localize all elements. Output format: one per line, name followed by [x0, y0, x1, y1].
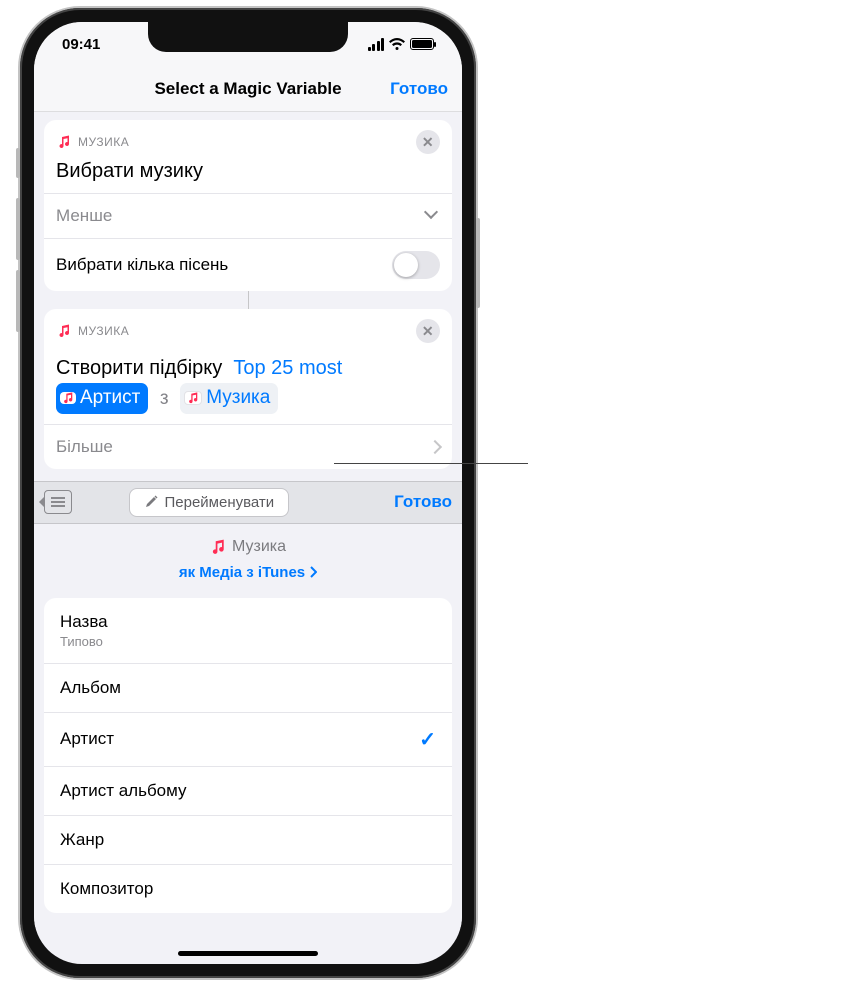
variable-type-label: як Медіа з iTunes — [179, 564, 305, 581]
mute-switch — [16, 148, 20, 178]
attribute-label: Артист альбому — [60, 781, 187, 800]
nav-done-button[interactable]: Готово — [390, 79, 448, 99]
home-indicator[interactable] — [178, 951, 318, 956]
variable-name-row: Музика — [210, 538, 286, 556]
attribute-label: Композитор — [60, 879, 153, 898]
multi-select-label: Вибрати кілька пісень — [56, 255, 228, 275]
keyboard-back-button[interactable] — [44, 490, 72, 514]
attribute-row[interactable]: Композитор — [44, 864, 452, 913]
variable-type-link[interactable]: як Медіа з iTunes — [179, 564, 317, 581]
multi-select-toggle[interactable] — [392, 251, 440, 279]
music-note-icon — [60, 392, 76, 404]
toolbar-done-button[interactable]: Готово — [394, 492, 452, 512]
music-note-icon — [184, 391, 202, 405]
attribute-label: Назва — [60, 612, 108, 631]
status-right — [368, 38, 435, 51]
show-more-row[interactable]: Більше — [44, 424, 452, 469]
multi-select-row: Вибрати кілька пісень — [44, 238, 452, 291]
attribute-label: Альбом — [60, 678, 121, 697]
pencil-icon — [144, 495, 158, 509]
music-note-icon — [210, 539, 226, 555]
rename-label: Перейменувати — [164, 494, 274, 511]
playlist-param[interactable]: Top 25 most — [233, 357, 342, 379]
chip-label: Музика — [206, 384, 270, 413]
attribute-row[interactable]: Артист ✓ — [44, 712, 452, 766]
attribute-label: Артист — [60, 729, 114, 748]
card-header: МУЗИКА ✕ — [44, 309, 452, 347]
notch — [148, 22, 348, 52]
action-card-create-playlist: МУЗИКА ✕ Створити підбірку Top 25 most А… — [44, 309, 452, 469]
volume-up-button — [16, 198, 20, 260]
card-connector — [248, 291, 249, 309]
power-button — [476, 218, 480, 308]
battery-icon — [410, 38, 434, 50]
variable-toolbar: Перейменувати Готово — [34, 481, 462, 524]
card-app-label: МУЗИКА — [78, 324, 129, 338]
nav-title: Select a Magic Variable — [154, 79, 341, 99]
close-card-button[interactable]: ✕ — [416, 319, 440, 343]
nav-header: Select a Magic Variable Готово — [34, 66, 462, 112]
card-header: МУЗИКА ✕ — [44, 120, 452, 158]
artist-variable-chip[interactable]: Артист — [56, 383, 148, 414]
content-area: МУЗИКА ✕ Вибрати музику Менше Вибрати кі… — [34, 112, 462, 927]
cellular-icon — [368, 38, 385, 51]
checkmark-icon: ✓ — [419, 727, 436, 752]
action-line: Створити підбірку Top 25 most Артист з М… — [44, 347, 452, 424]
close-card-button[interactable]: ✕ — [416, 130, 440, 154]
attribute-sublabel: Типово — [60, 634, 108, 649]
music-app-icon — [56, 323, 72, 339]
show-less-label: Менше — [56, 206, 112, 226]
status-time: 09:41 — [62, 36, 100, 53]
variable-name: Музика — [232, 538, 286, 556]
show-less-row[interactable]: Менше — [44, 193, 452, 238]
wifi-icon — [389, 38, 405, 50]
action-card-select-music: МУЗИКА ✕ Вибрати музику Менше Вибрати кі… — [44, 120, 452, 291]
action-verb: Створити підбірку — [56, 357, 222, 379]
attribute-list: Назва Типово Альбом Артист ✓ Артист альбому Жа… — [44, 598, 452, 913]
variable-info-header: Музика як Медіа з iTunes — [44, 524, 452, 592]
conjunction-text: з — [160, 388, 169, 409]
volume-down-button — [16, 270, 20, 332]
chevron-right-icon — [309, 566, 317, 578]
chevron-right-icon — [430, 442, 440, 452]
music-app-icon — [56, 134, 72, 150]
attribute-row[interactable]: Назва Типово — [44, 598, 452, 663]
rename-button[interactable]: Перейменувати — [129, 488, 289, 517]
card-title: Вибрати музику — [44, 158, 452, 193]
callout-line — [334, 463, 528, 464]
chevron-down-icon — [426, 209, 440, 223]
music-variable-chip[interactable]: Музика — [180, 383, 278, 414]
card-app-label: МУЗИКА — [78, 135, 129, 149]
attribute-row[interactable]: Альбом — [44, 663, 452, 712]
chip-label: Артист — [80, 384, 140, 413]
attribute-row[interactable]: Жанр — [44, 815, 452, 864]
attribute-label: Жанр — [60, 830, 104, 849]
show-more-label: Більше — [56, 437, 113, 457]
attribute-row[interactable]: Артист альбому — [44, 766, 452, 815]
phone-frame: 09:41 Select a Magic Variable Готово МУЗ… — [20, 8, 476, 978]
screen: 09:41 Select a Magic Variable Готово МУЗ… — [34, 22, 462, 964]
